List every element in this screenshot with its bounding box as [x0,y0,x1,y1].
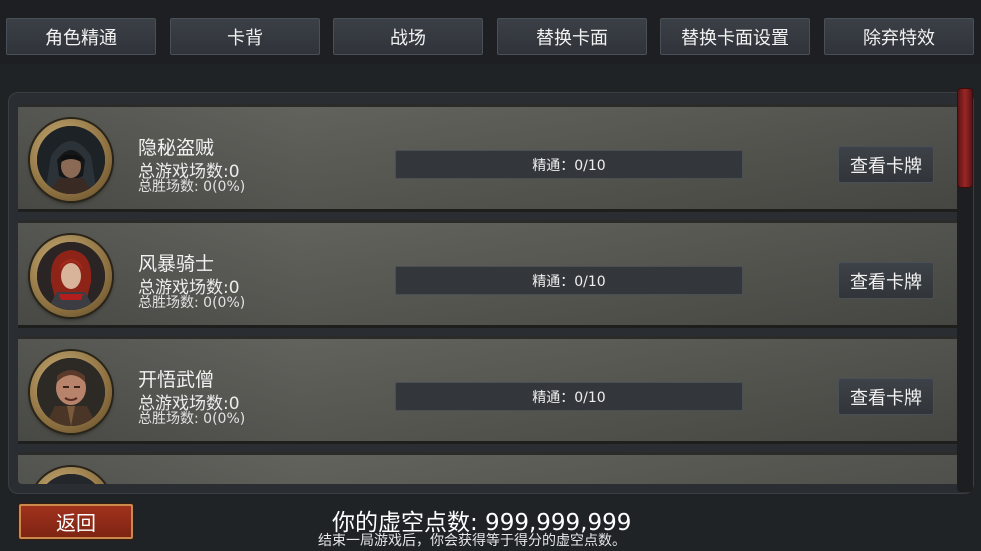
hero-name: 隐秘盗贼 [138,137,215,159]
monk-portrait-icon [37,358,105,426]
tab-card-back[interactable]: 卡背 [170,18,320,55]
top-tab-bar: 角色精通 卡背 战场 替换卡面 替换卡面设置 除弃特效 [0,0,981,64]
tab-discard-effect[interactable]: 除弃特效 [824,18,974,55]
hero-total-wins: 总胜场数: 0(0%) [138,179,246,195]
tab-hero-mastery[interactable]: 角色精通 [6,18,156,55]
tab-replace-card-face[interactable]: 替换卡面 [497,18,647,55]
hooded-rogue-portrait-icon [37,126,105,194]
back-button[interactable]: 返回 [19,504,133,539]
hero-row: 隐秘盗贼 总游戏场数:0 总胜场数: 0(0%) 精通：0/10 查看卡牌 [18,104,962,212]
scrollbar-thumb[interactable] [957,88,973,188]
view-cards-button[interactable]: 查看卡牌 [838,146,934,183]
mastery-bar: 精通：0/10 [395,382,743,411]
red-haired-knight-portrait-icon [37,242,105,310]
hero-name: 开悟武僧 [138,369,215,391]
tab-battlefield[interactable]: 战场 [333,18,483,55]
hero-list[interactable]: 隐秘盗贼 总游戏场数:0 总胜场数: 0(0%) 精通：0/10 查看卡牌 风暴… [18,104,962,484]
hero-portrait-frame [30,351,112,433]
mastery-bar: 精通：0/10 [395,266,743,295]
hero-total-wins: 总胜场数: 0(0%) [138,295,246,311]
hero-row: 开悟武僧 总游戏场数:0 总胜场数: 0(0%) 精通：0/10 查看卡牌 [18,336,962,444]
hero-portrait-frame [30,467,112,484]
hero-row: 风暴骑士 总游戏场数:0 总胜场数: 0(0%) 精通：0/10 查看卡牌 [18,220,962,328]
mastery-bar: 精通：0/10 [395,150,743,179]
void-points-note: 结束一局游戏后，你会获得等于得分的虚空点数。 [318,533,626,549]
hero-total-wins: 总胜场数: 0(0%) [138,411,246,427]
hero-portrait-icon [37,474,105,484]
hero-portrait-frame [30,119,112,201]
hero-portrait-frame [30,235,112,317]
view-cards-button[interactable]: 查看卡牌 [838,262,934,299]
hero-row [18,452,962,484]
view-cards-button[interactable]: 查看卡牌 [838,378,934,415]
hero-name: 风暴骑士 [138,253,215,275]
tab-card-face-settings[interactable]: 替换卡面设置 [660,18,810,55]
